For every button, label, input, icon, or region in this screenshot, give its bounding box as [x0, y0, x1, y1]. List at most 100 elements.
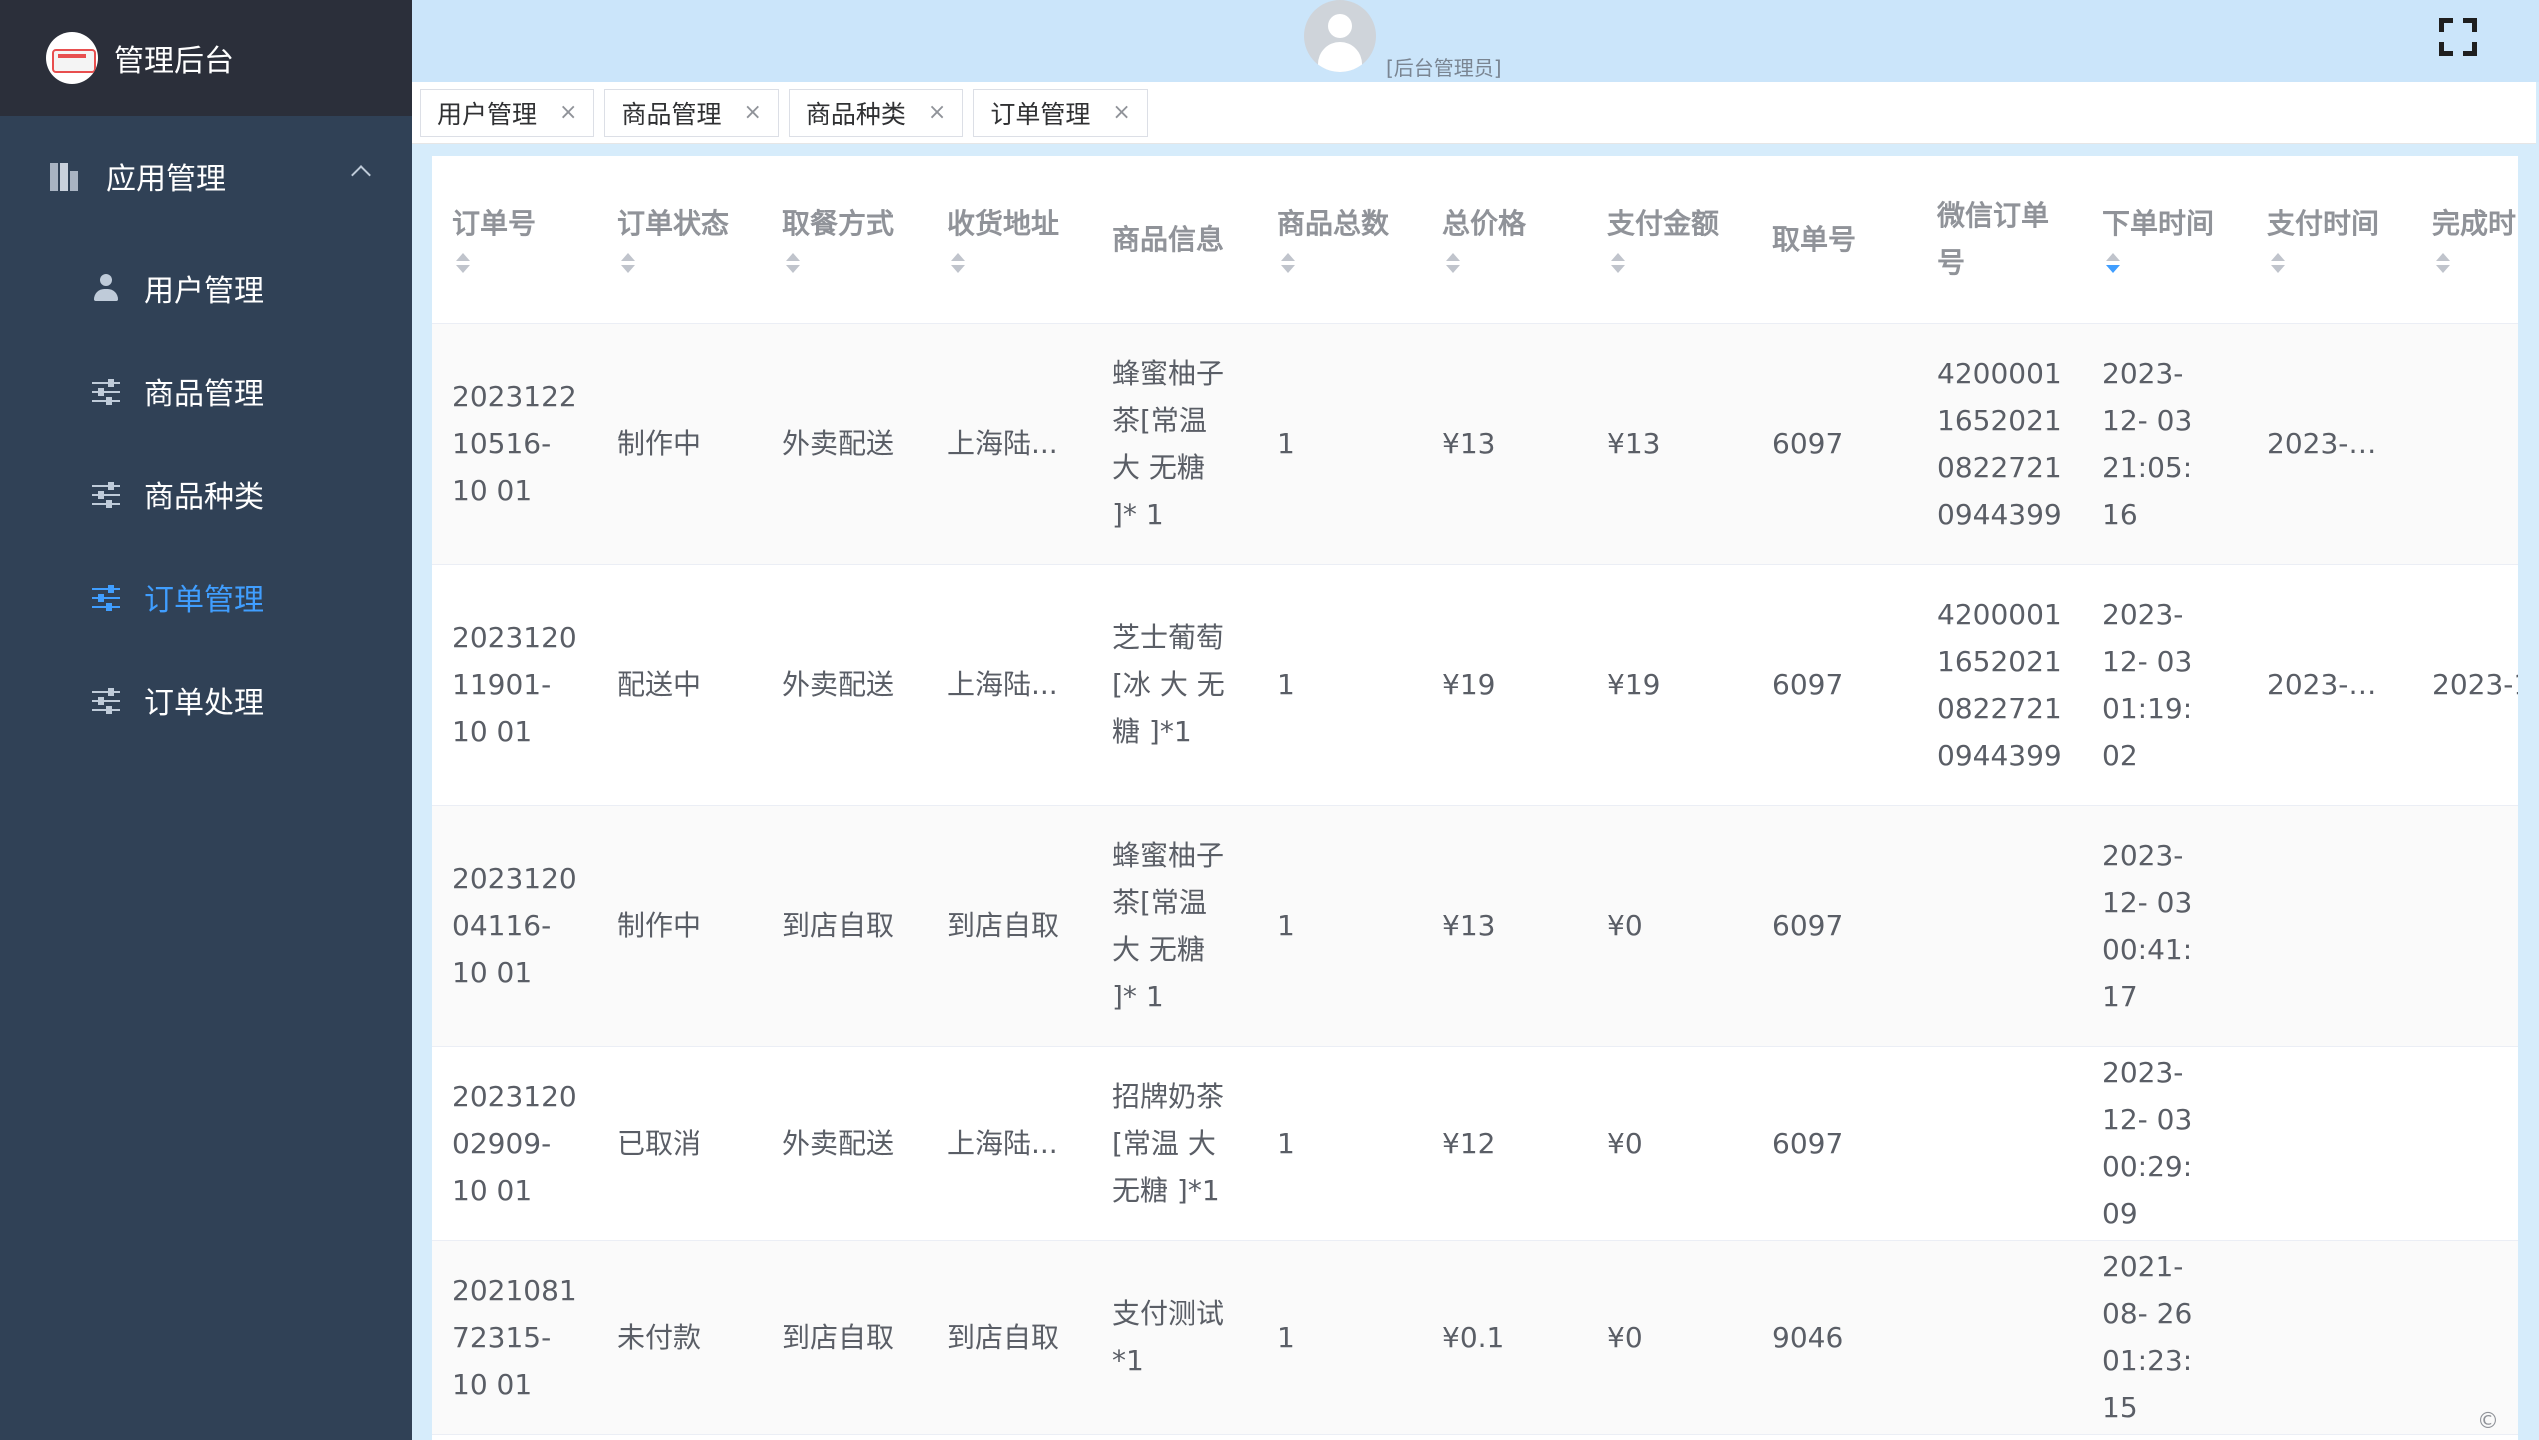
- cell-total: ¥12: [1422, 1046, 1587, 1241]
- column-label: 总价格: [1442, 206, 1527, 240]
- cell-pickup: 6097: [1752, 323, 1917, 565]
- sidebar-item-order-processing[interactable]: 订单处理: [0, 648, 412, 751]
- cell-pay-time: 2023-1...: [2247, 323, 2412, 565]
- logo-icon: [46, 32, 98, 84]
- sort-icon[interactable]: [1607, 251, 1627, 279]
- close-icon[interactable]: ×: [1112, 100, 1130, 125]
- cell-order-no: 2021081 72315-10 01: [432, 1240, 597, 1435]
- sidebar-item-order-management[interactable]: 订单管理: [0, 545, 412, 648]
- column-label: 支付金额: [1607, 206, 1720, 240]
- column-label: 取餐方式: [782, 206, 895, 240]
- cell-goods: 蜂蜜柚子 茶[常温 大 无糖 ]* 1: [1092, 805, 1257, 1047]
- col-paid[interactable]: 支付金额: [1587, 156, 1752, 324]
- cell-order-time: 2023-12- 03 21:05: 16: [2082, 323, 2247, 565]
- close-icon[interactable]: ×: [928, 100, 946, 125]
- col-order-no[interactable]: 订单号: [432, 156, 597, 324]
- cell-wx-no: [1917, 1046, 2082, 1241]
- cell-order-no: 2023122 10516-10 01: [432, 323, 597, 565]
- sort-icon[interactable]: [2432, 251, 2452, 279]
- order-table-card: 订单号 订单状态 取餐方式 收货地址 商品信息 商品总数 总价格 支付金额 取单…: [432, 156, 2518, 1440]
- cell-wx-no: 4200001 1652021 0822721 0944399: [1917, 564, 2082, 806]
- cell-goods: 芝士葡萄 [冰 大 无 糖 ]*1: [1092, 564, 1257, 806]
- cell-order-no: 2023120 04116-10 01: [432, 805, 597, 1047]
- cell-address: 上海陆...: [927, 323, 1092, 565]
- close-icon[interactable]: ×: [559, 100, 577, 125]
- sidebar-item-product-category[interactable]: 商品种类: [0, 442, 412, 545]
- tab-order-management[interactable]: 订单管理 ×: [973, 88, 1148, 137]
- col-pay-time[interactable]: 支付时间: [2247, 156, 2412, 324]
- col-done-time[interactable]: 完成时间: [2412, 156, 2518, 324]
- cell-order-time: 2023-12- 03 00:29: 09: [2082, 1046, 2247, 1241]
- sort-icon[interactable]: [782, 251, 802, 279]
- brand[interactable]: 管理后台: [0, 0, 412, 116]
- col-status[interactable]: 订单状态: [597, 156, 762, 324]
- sidebar-item-label: 商品种类: [144, 479, 264, 515]
- cell-pay-time: [2247, 1046, 2412, 1241]
- cell-pickup: 6097: [1752, 1046, 1917, 1241]
- tab-product-management[interactable]: 商品管理 ×: [604, 88, 779, 137]
- cell-done-time: [2412, 1240, 2518, 1435]
- cell-done-time: 2023-1: [2412, 564, 2518, 806]
- table-row[interactable]: 2023120 02909-10 01 已取消 外卖配送 上海陆... 招牌奶茶…: [432, 1046, 2518, 1241]
- col-method[interactable]: 取餐方式: [762, 156, 927, 324]
- sort-icon[interactable]: [2102, 251, 2122, 279]
- menu-group-label: 应用管理: [106, 162, 226, 197]
- sidebar-item-product-management[interactable]: 商品管理: [0, 339, 412, 442]
- sliders-icon: [92, 686, 120, 714]
- top-header: [后台管理员]: [412, 0, 2539, 82]
- cell-address: 上海陆...: [927, 564, 1092, 806]
- sidebar-item-user-management[interactable]: 用户管理: [0, 236, 412, 339]
- cell-pickup: 6097: [1752, 805, 1917, 1047]
- user-role: [后台管理员]: [1386, 56, 1502, 80]
- cell-paid: ¥0: [1587, 1046, 1752, 1241]
- column-label: 取单号: [1772, 222, 1857, 256]
- cell-address: 到店自取: [927, 805, 1092, 1047]
- cell-address: 上海陆...: [927, 1046, 1092, 1241]
- table-row[interactable]: 2021081 72315-10 01 未付款 到店自取 到店自取 支付测试 *…: [432, 1240, 2518, 1435]
- cell-address: 到店自取: [927, 1240, 1092, 1435]
- cell-paid: ¥19: [1587, 564, 1752, 806]
- cell-pickup: 6097: [1752, 564, 1917, 806]
- col-goods: 商品信息: [1092, 156, 1257, 324]
- tab-label: 用户管理: [437, 99, 538, 129]
- cell-count: 1: [1257, 1240, 1422, 1435]
- menu-group-app-management[interactable]: 应用管理: [0, 116, 412, 236]
- tab-label: 订单管理: [990, 99, 1091, 129]
- col-order-time[interactable]: 下单时间: [2082, 156, 2247, 324]
- cell-count: 1: [1257, 805, 1422, 1047]
- table-row[interactable]: 2023120 04116-10 01 制作中 到店自取 到店自取 蜂蜜柚子 茶…: [432, 805, 2518, 1047]
- cell-count: 1: [1257, 323, 1422, 565]
- tab-label: 商品管理: [621, 99, 722, 129]
- cell-status: 配送中: [597, 564, 762, 806]
- sort-icon[interactable]: [2267, 251, 2287, 279]
- cell-goods: 招牌奶茶 [常温 大 无糖 ]*1: [1092, 1046, 1257, 1241]
- cell-pickup: 9046: [1752, 1240, 1917, 1435]
- sidebar-item-label: 用户管理: [144, 273, 264, 309]
- sort-icon[interactable]: [1277, 251, 1297, 279]
- sort-icon[interactable]: [617, 251, 637, 279]
- fullscreen-icon[interactable]: [2439, 18, 2477, 56]
- brand-title: 管理后台: [114, 44, 234, 79]
- sliders-icon: [92, 377, 120, 405]
- tab-product-category[interactable]: 商品种类 ×: [788, 88, 964, 137]
- sliders-icon: [92, 583, 120, 611]
- cell-method: 外卖配送: [762, 1046, 927, 1241]
- col-address[interactable]: 收货地址: [927, 156, 1092, 324]
- sort-icon[interactable]: [1442, 251, 1462, 279]
- cell-done-time: [2412, 323, 2518, 565]
- sidebar-item-label: 订单处理: [144, 685, 264, 721]
- col-total[interactable]: 总价格: [1422, 156, 1587, 324]
- table-row[interactable]: 2023122 10516-10 01 制作中 外卖配送 上海陆... 蜂蜜柚子…: [432, 323, 2518, 565]
- table-row[interactable]: 2023120 11901-10 01 配送中 外卖配送 上海陆... 芝士葡萄…: [432, 564, 2518, 806]
- sort-icon[interactable]: [947, 251, 967, 279]
- order-table: 订单号 订单状态 取餐方式 收货地址 商品信息 商品总数 总价格 支付金额 取单…: [432, 156, 2518, 1435]
- tab-user-management[interactable]: 用户管理 ×: [420, 88, 595, 137]
- close-icon[interactable]: ×: [743, 100, 761, 125]
- cell-status: 制作中: [597, 805, 762, 1047]
- column-label: 支付时间: [2267, 206, 2380, 240]
- column-label: 收货地址: [947, 206, 1060, 240]
- col-count[interactable]: 商品总数: [1257, 156, 1422, 324]
- sort-icon[interactable]: [452, 251, 472, 279]
- column-label: 完成时间: [2432, 206, 2518, 240]
- avatar[interactable]: [1304, 0, 1376, 72]
